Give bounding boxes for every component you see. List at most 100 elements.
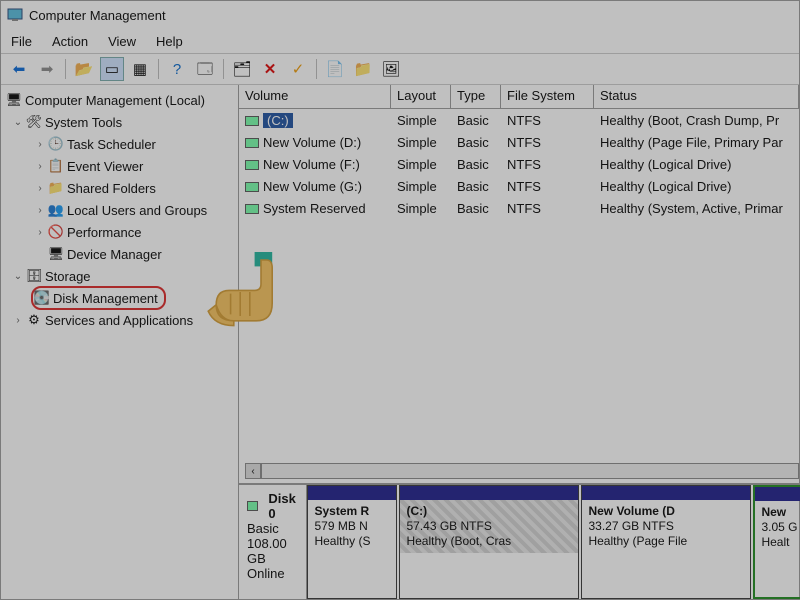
volume-status: Healthy (System, Active, Primar <box>594 201 799 216</box>
users-icon: 👥 <box>47 202 65 218</box>
refresh-button[interactable]: 🗔 <box>193 57 217 81</box>
col-type[interactable]: Type <box>451 85 501 108</box>
nav-tree[interactable]: 🖥 Computer Management (Local) ⌄ 🛠 System… <box>1 85 239 599</box>
extra-button-3[interactable]: 🖼 <box>379 57 403 81</box>
expand-icon[interactable]: › <box>11 315 25 326</box>
tree-label: Task Scheduler <box>65 137 158 152</box>
menu-view[interactable]: View <box>108 34 136 49</box>
volume-layout: Simple <box>391 179 451 194</box>
disk-info[interactable]: Disk 0 Basic 108.00 GB Online <box>239 485 307 599</box>
tree-storage[interactable]: ⌄ 🗄 Storage <box>3 265 236 287</box>
volume-type: Basic <box>451 113 501 128</box>
disk-status: Online <box>247 566 298 581</box>
partition-map: System R579 MB NHealthy (S(C:)57.43 GB N… <box>307 485 800 599</box>
delete-button[interactable]: ✕ <box>258 57 282 81</box>
volume-row[interactable]: New Volume (D:)SimpleBasicNTFSHealthy (P… <box>239 131 799 153</box>
expand-icon[interactable]: › <box>33 139 47 150</box>
menu-action[interactable]: Action <box>52 34 88 49</box>
forward-button[interactable]: ➡ <box>35 57 59 81</box>
collapse-icon[interactable]: ⌄ <box>11 117 25 128</box>
partition-title: System R <box>314 504 390 519</box>
expand-icon[interactable]: › <box>33 227 47 238</box>
tree-services[interactable]: › ⚙ Services and Applications <box>3 309 236 331</box>
col-filesystem[interactable]: File System <box>501 85 594 108</box>
volume-row[interactable]: New Volume (F:)SimpleBasicNTFSHealthy (L… <box>239 153 799 175</box>
drive-icon <box>245 160 259 170</box>
show-hide-tree-button[interactable]: ▭ <box>100 57 124 81</box>
col-volume[interactable]: Volume <box>239 85 391 108</box>
disk-mgmt-icon: 💽 <box>33 290 51 306</box>
collapse-icon[interactable]: ⌄ <box>11 271 25 282</box>
performance-icon: 🚫 <box>47 224 65 240</box>
partition[interactable]: New 3.05 GHealt <box>753 485 800 599</box>
expand-icon[interactable]: › <box>33 205 47 216</box>
toolbar-separator <box>223 59 224 79</box>
col-layout[interactable]: Layout <box>391 85 451 108</box>
volume-type: Basic <box>451 157 501 172</box>
folder-icon: 📁 <box>47 180 65 196</box>
tree-disk-management-row[interactable]: 💽 Disk Management <box>3 287 236 309</box>
tree-label: System Tools <box>43 115 124 130</box>
tree-shared-folders[interactable]: ›📁Shared Folders <box>3 177 236 199</box>
scroll-track[interactable] <box>261 463 799 479</box>
volume-list[interactable]: (C:)SimpleBasicNTFSHealthy (Boot, Crash … <box>239 109 799 219</box>
menu-file[interactable]: File <box>11 34 32 49</box>
partition-status: Healthy (S <box>314 534 390 549</box>
tree-label: Device Manager <box>65 247 164 262</box>
volume-row[interactable]: New Volume (G:)SimpleBasicNTFSHealthy (L… <box>239 175 799 197</box>
partition[interactable]: New Volume (D33.27 GB NTFSHealthy (Page … <box>581 485 751 599</box>
toolbar-separator <box>65 59 66 79</box>
back-button[interactable]: ⬅ <box>7 57 31 81</box>
expand-icon[interactable]: › <box>33 183 47 194</box>
extra-button-2[interactable]: 📁 <box>351 57 375 81</box>
partition-color-bar <box>582 486 750 500</box>
volume-row[interactable]: System ReservedSimpleBasicNTFSHealthy (S… <box>239 197 799 219</box>
disk-icon <box>247 501 258 511</box>
toolbar: ⬅ ➡ 📂 ▭ ▦ ? 🗔 🗂 ✕ ✓ 📄 📁 🖼 <box>1 53 799 85</box>
tree-performance[interactable]: ›🚫Performance <box>3 221 236 243</box>
tree-disk-management-label: Disk Management <box>51 291 160 306</box>
partition-title: New Volume (D <box>588 504 744 519</box>
services-icon: ⚙ <box>25 312 43 328</box>
volume-status: Healthy (Boot, Crash Dump, Pr <box>594 113 799 128</box>
volume-type: Basic <box>451 135 501 150</box>
volume-row[interactable]: (C:)SimpleBasicNTFSHealthy (Boot, Crash … <box>239 109 799 131</box>
partition[interactable]: System R579 MB NHealthy (S <box>307 485 397 599</box>
storage-icon: 🗄 <box>25 268 43 284</box>
help-button[interactable]: ? <box>165 57 189 81</box>
tree-root[interactable]: 🖥 Computer Management (Local) <box>3 89 236 111</box>
volume-name: New Volume (G:) <box>263 179 362 194</box>
toolbar-separator <box>158 59 159 79</box>
volume-layout: Simple <box>391 113 451 128</box>
partition[interactable]: (C:)57.43 GB NTFSHealthy (Boot, Cras <box>399 485 579 599</box>
tree-device-manager[interactable]: 🖥Device Manager <box>3 243 236 265</box>
volume-name: New Volume (F:) <box>263 157 360 172</box>
partition-size: 3.05 G <box>761 520 800 535</box>
volume-fs: NTFS <box>501 135 594 150</box>
partition-status: Healt <box>761 535 800 550</box>
check-button[interactable]: ✓ <box>286 57 310 81</box>
disk-map[interactable]: Disk 0 Basic 108.00 GB Online System R57… <box>239 483 799 599</box>
horizontal-scrollbar[interactable]: ‹ <box>245 463 799 479</box>
volume-layout: Simple <box>391 135 451 150</box>
tree-local-users[interactable]: ›👥Local Users and Groups <box>3 199 236 221</box>
tree-task-scheduler[interactable]: ›🕒Task Scheduler <box>3 133 236 155</box>
up-button[interactable]: 📂 <box>72 57 96 81</box>
volume-name: (C:) <box>263 113 293 128</box>
action-button[interactable]: 🗂 <box>230 57 254 81</box>
col-status[interactable]: Status <box>594 85 799 108</box>
properties-button[interactable]: ▦ <box>128 57 152 81</box>
expand-icon[interactable]: › <box>33 161 47 172</box>
partition-title: New <box>761 505 800 520</box>
volume-name: New Volume (D:) <box>263 135 361 150</box>
menu-help[interactable]: Help <box>156 34 183 49</box>
tools-icon: 🛠 <box>25 114 43 130</box>
partition-color-bar <box>755 487 800 501</box>
tree-system-tools[interactable]: ⌄ 🛠 System Tools <box>3 111 236 133</box>
extra-button-1[interactable]: 📄 <box>323 57 347 81</box>
tree-event-viewer[interactable]: ›📋Event Viewer <box>3 155 236 177</box>
volume-list-header: Volume Layout Type File System Status <box>239 85 799 109</box>
scroll-left-button[interactable]: ‹ <box>245 463 261 479</box>
partition-status: Healthy (Page File <box>588 534 744 549</box>
partition-color-bar <box>400 486 578 500</box>
